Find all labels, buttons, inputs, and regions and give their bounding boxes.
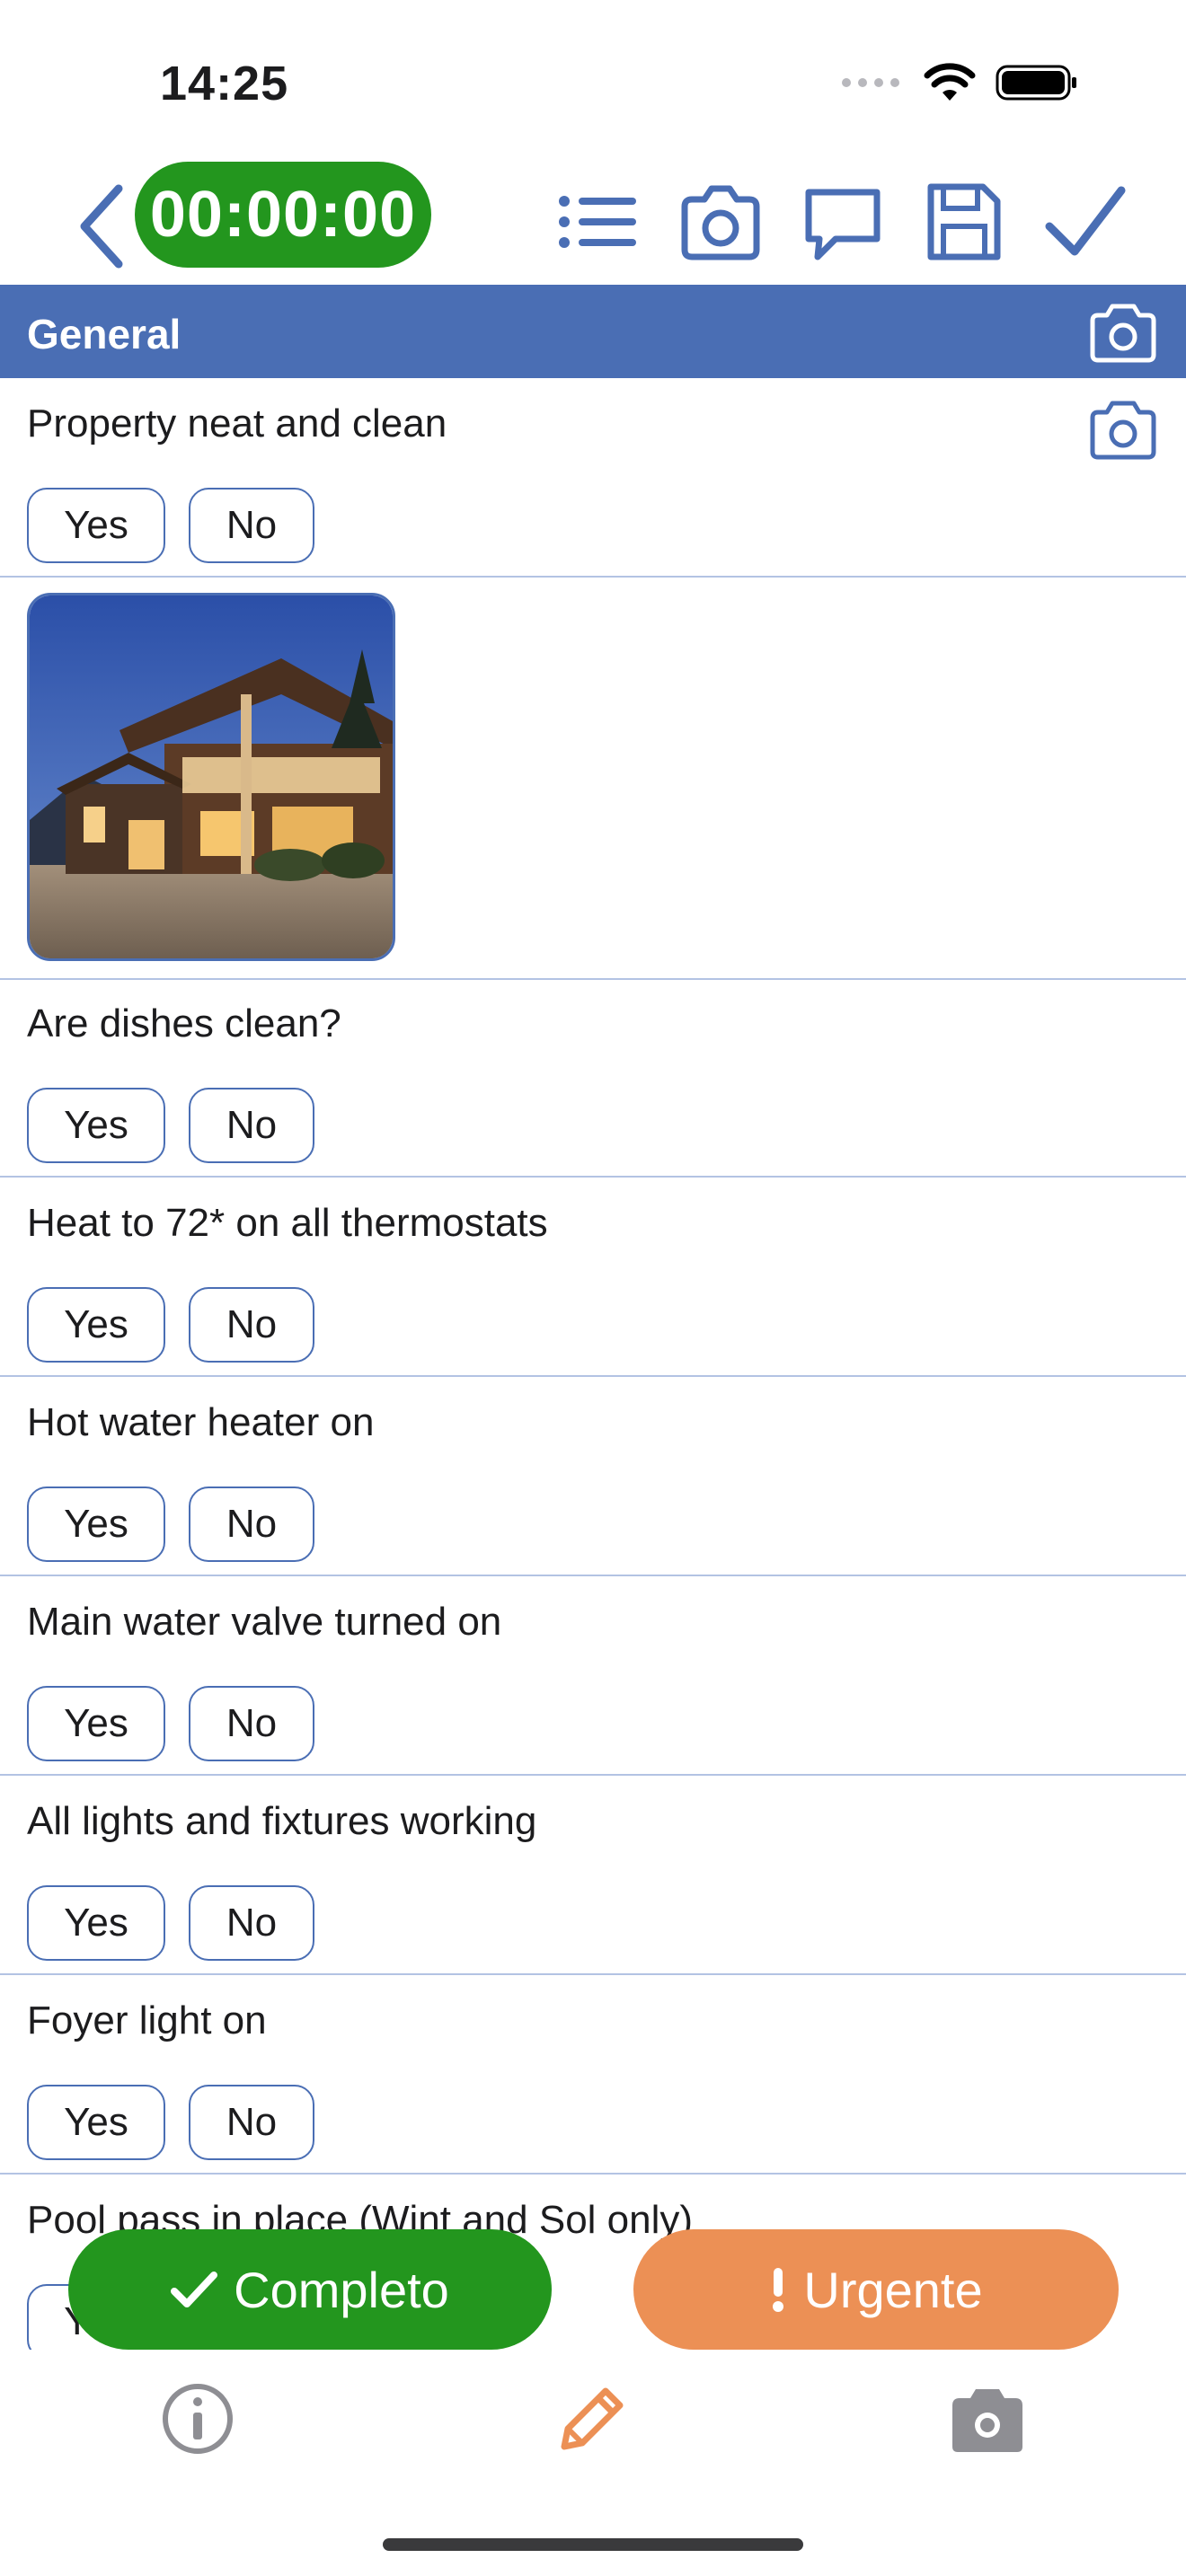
complete-button[interactable]: Completo bbox=[68, 2229, 552, 2350]
exclamation-icon bbox=[773, 2268, 784, 2312]
checklist-item: All lights and fixtures working Yes No bbox=[0, 1776, 1186, 1975]
save-icon[interactable] bbox=[918, 181, 1008, 262]
item-question: All lights and fixtures working bbox=[27, 1799, 537, 1843]
yes-button[interactable]: Yes bbox=[27, 1885, 165, 1961]
no-button[interactable]: No bbox=[189, 1686, 314, 1761]
section-camera-icon[interactable] bbox=[1087, 301, 1159, 364]
no-button[interactable]: No bbox=[189, 2085, 314, 2160]
yes-button[interactable]: Yes bbox=[27, 1486, 165, 1562]
urgent-button[interactable]: Urgente bbox=[633, 2229, 1119, 2350]
item-question: Hot water heater on bbox=[27, 1400, 375, 1444]
checklist-item: Are dishes clean? Yes No bbox=[0, 978, 1186, 1178]
yes-button[interactable]: Yes bbox=[27, 1287, 165, 1363]
yes-button[interactable]: Yes bbox=[27, 2085, 165, 2160]
no-button[interactable]: No bbox=[189, 1885, 314, 1961]
no-button[interactable]: No bbox=[189, 1486, 314, 1562]
list-icon[interactable] bbox=[553, 181, 643, 262]
status-icons bbox=[841, 63, 1078, 102]
no-button[interactable]: No bbox=[189, 488, 314, 563]
item-question: Property neat and clean bbox=[27, 401, 447, 446]
pencil-icon[interactable] bbox=[552, 2378, 633, 2459]
checklist-item: Property neat and clean Yes No bbox=[0, 378, 1186, 578]
comment-icon[interactable] bbox=[798, 181, 888, 262]
checklist-item: Foyer light on Yes No bbox=[0, 1975, 1186, 2175]
back-chevron-icon[interactable] bbox=[72, 181, 135, 271]
complete-label: Completo bbox=[234, 2261, 449, 2318]
checklist-item: Heat to 72* on all thermostats Yes No bbox=[0, 1178, 1186, 1377]
status-bar: 14:25 bbox=[0, 0, 1186, 162]
yes-button[interactable]: Yes bbox=[27, 1686, 165, 1761]
checklist-item: Hot water heater on Yes No bbox=[0, 1377, 1186, 1576]
item-question: Heat to 72* on all thermostats bbox=[27, 1201, 548, 1245]
camera-icon[interactable] bbox=[676, 181, 766, 262]
checkmark-icon bbox=[171, 2272, 218, 2307]
item-question: Foyer light on bbox=[27, 1998, 267, 2042]
section-title: General bbox=[27, 311, 181, 357]
cellular-signal-icon bbox=[842, 78, 899, 87]
item-camera-icon[interactable] bbox=[1087, 396, 1159, 461]
item-question: Are dishes clean? bbox=[27, 1001, 341, 1045]
section-header: General bbox=[0, 285, 1186, 378]
camera-tab-icon[interactable] bbox=[947, 2378, 1028, 2459]
yes-button[interactable]: Yes bbox=[27, 488, 165, 563]
status-time: 14:25 bbox=[160, 57, 289, 110]
attached-photo[interactable] bbox=[27, 593, 395, 961]
checkmark-icon[interactable] bbox=[1040, 181, 1130, 262]
nav-bar: 00:00:00 bbox=[0, 162, 1186, 285]
item-question: Main water valve turned on bbox=[27, 1600, 502, 1644]
info-icon[interactable] bbox=[157, 2378, 238, 2459]
timer-badge[interactable]: 00:00:00 bbox=[135, 162, 431, 268]
no-button[interactable]: No bbox=[189, 1287, 314, 1363]
yes-button[interactable]: Yes bbox=[27, 1088, 165, 1163]
urgent-label: Urgente bbox=[803, 2261, 983, 2318]
battery-icon bbox=[996, 65, 1076, 101]
wifi-icon bbox=[924, 63, 976, 101]
no-button[interactable]: No bbox=[189, 1088, 314, 1163]
checklist-item: Main water valve turned on Yes No bbox=[0, 1576, 1186, 1776]
home-indicator bbox=[383, 2538, 803, 2551]
